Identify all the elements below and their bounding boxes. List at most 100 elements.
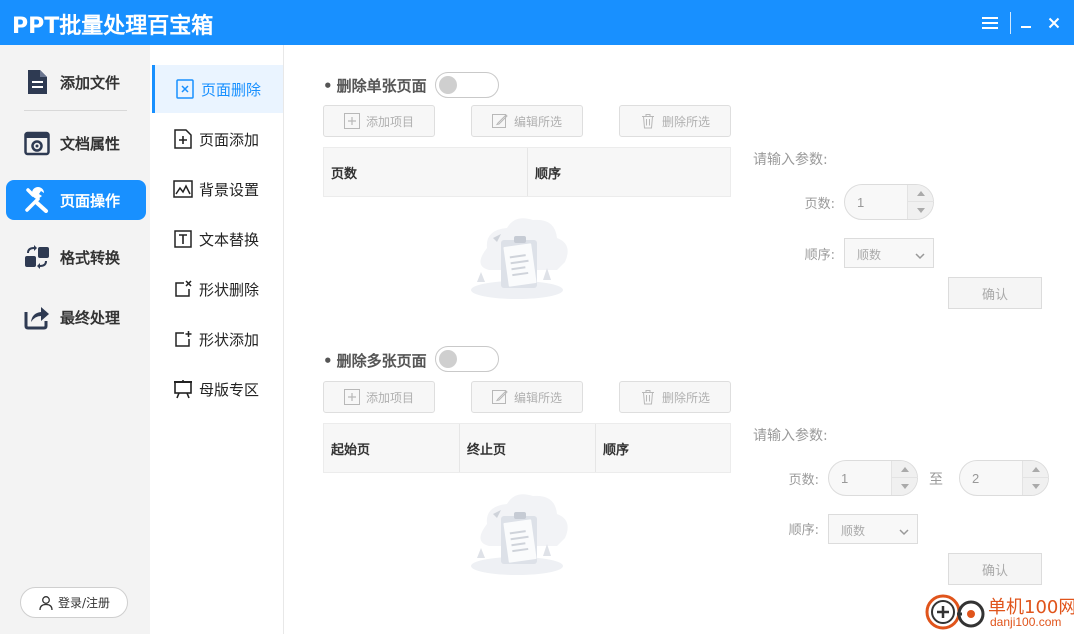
single-order-select[interactable]: 顺数 (844, 238, 934, 268)
properties-icon (20, 126, 54, 160)
column-header[interactable]: 顺序 (596, 424, 730, 472)
text-icon (172, 228, 194, 250)
chevron-down-icon (915, 248, 925, 266)
menu-icon[interactable] (977, 10, 1003, 36)
chevron-down-icon (899, 524, 909, 542)
single-confirm-button[interactable]: 确认 (948, 277, 1042, 309)
sub-navigation: 页面删除 页面添加 背景设置 文本替换 形状删除 形状添加 母版专区 (150, 45, 284, 634)
document-icon (20, 65, 54, 99)
sidebar-item-final-process[interactable]: 最终处理 (6, 297, 146, 337)
single-delete-selected-button[interactable]: 删除所选 (619, 105, 731, 137)
stepper-up-icon[interactable] (908, 185, 934, 202)
multi-order-value: 顺数 (841, 524, 866, 538)
titlebar-divider (1010, 12, 1011, 34)
main-content: • 删除单张页面 添加项目 编辑所选 删除所选 页数 顺序 请输入参数: 页数:… (285, 45, 1074, 634)
page-add-icon (172, 128, 194, 150)
close-icon[interactable] (1041, 10, 1067, 36)
subnav-item-label: 形状添加 (199, 330, 260, 349)
stepper-up-icon[interactable] (1023, 461, 1049, 478)
single-pages-value: 1 (857, 195, 865, 210)
minimize-icon[interactable] (1013, 10, 1039, 36)
multi-order-select[interactable]: 顺数 (828, 514, 918, 544)
range-to-label: 至 (929, 472, 943, 488)
multi-table-header: 起始页 终止页 顺序 (323, 423, 731, 473)
multi-confirm-button[interactable]: 确认 (948, 553, 1042, 585)
subnav-item-label: 形状删除 (199, 280, 260, 299)
bullet-icon: • (323, 351, 333, 370)
single-add-item-button[interactable]: 添加项目 (323, 105, 435, 137)
single-delete-toggle[interactable] (435, 72, 499, 98)
delete-selected-label: 删除所选 (661, 114, 710, 129)
toggle-knob (439, 76, 457, 94)
watermark: 单机100网 danji100.com (924, 590, 1074, 634)
title-bar: PPT批量处理百宝箱 (0, 0, 1074, 45)
column-header[interactable]: 终止页 (460, 424, 596, 472)
section-title-multi-label: 删除多张页面 (336, 352, 427, 370)
section-title-single: • 删除单张页面 (323, 75, 427, 96)
background-icon (172, 178, 194, 200)
sidebar-item-label: 添加文件 (60, 73, 121, 92)
subnav-item-label: 母版专区 (199, 380, 260, 399)
add-item-label: 添加项目 (365, 114, 414, 129)
stepper-up-icon[interactable] (892, 461, 918, 478)
sidebar-item-label: 文档属性 (60, 134, 121, 153)
section-title-multi: • 删除多张页面 (323, 350, 427, 371)
delete-selected-label: 删除所选 (661, 390, 710, 405)
subnav-item-label: 文本替换 (199, 230, 260, 249)
single-edit-selected-button[interactable]: 编辑所选 (471, 105, 583, 137)
sidebar-item-format-convert[interactable]: 格式转换 (6, 237, 146, 277)
subnav-item-label: 页面删除 (201, 80, 262, 99)
stepper-arrows (1022, 461, 1049, 495)
subnav-item-page-add[interactable]: 页面添加 (150, 115, 284, 163)
sidebar-item-label: 格式转换 (60, 248, 121, 267)
stepper-down-icon[interactable] (908, 202, 934, 219)
multi-delete-selected-button[interactable]: 删除所选 (619, 381, 731, 413)
sidebar-item-label: 最终处理 (60, 308, 121, 327)
trash-icon (640, 389, 656, 405)
convert-icon (20, 240, 54, 274)
subnav-item-shape-delete[interactable]: 形状删除 (150, 265, 284, 313)
page-delete-icon (174, 78, 196, 100)
multi-delete-toggle[interactable] (435, 346, 499, 372)
single-table-header: 页数 顺序 (323, 147, 731, 197)
multi-from-value: 1 (841, 471, 849, 486)
add-item-label: 添加项目 (365, 390, 414, 405)
subnav-item-text-replace[interactable]: 文本替换 (150, 215, 284, 263)
multi-to-value: 2 (972, 471, 980, 486)
column-header[interactable]: 起始页 (324, 424, 460, 472)
sidebar-divider (24, 110, 127, 111)
subnav-item-shape-add[interactable]: 形状添加 (150, 315, 284, 363)
single-pages-label: 页数: (804, 197, 835, 212)
watermark-url: danji100.com (990, 615, 1062, 629)
add-box-icon (343, 113, 360, 129)
login-register-button[interactable]: 登录/注册 (20, 587, 128, 618)
column-header[interactable]: 页数 (324, 148, 528, 196)
edit-selected-label: 编辑所选 (513, 390, 562, 405)
edit-icon (491, 113, 508, 129)
multi-from-page-stepper[interactable]: 1 (828, 460, 918, 496)
multi-edit-selected-button[interactable]: 编辑所选 (471, 381, 583, 413)
subnav-item-page-delete[interactable]: 页面删除 (152, 65, 283, 113)
tools-icon (20, 183, 54, 217)
bullet-icon: • (323, 76, 333, 95)
single-order-value: 顺数 (857, 248, 882, 262)
stepper-down-icon[interactable] (892, 478, 918, 495)
toggle-knob (439, 350, 457, 368)
sidebar-item-doc-properties[interactable]: 文档属性 (6, 123, 146, 163)
column-header[interactable]: 顺序 (528, 148, 730, 196)
single-order-label: 顺序: (804, 248, 835, 263)
sidebar: 添加文件 文档属性 页面操作 格式转换 最终处理 (0, 45, 150, 634)
multi-pages-label: 页数: (788, 473, 819, 488)
sidebar-item-page-operations[interactable]: 页面操作 (6, 180, 146, 220)
section-title-single-label: 删除单张页面 (336, 77, 427, 95)
multi-add-item-button[interactable]: 添加项目 (323, 381, 435, 413)
watermark-logo-icon (924, 590, 986, 634)
stepper-down-icon[interactable] (1023, 478, 1049, 495)
subnav-item-background[interactable]: 背景设置 (150, 165, 284, 213)
single-pages-stepper[interactable]: 1 (844, 184, 934, 220)
multi-to-page-stepper[interactable]: 2 (959, 460, 1049, 496)
edit-selected-label: 编辑所选 (513, 114, 562, 129)
subnav-item-label: 页面添加 (199, 130, 260, 149)
sidebar-item-add-file[interactable]: 添加文件 (6, 62, 146, 102)
subnav-item-master[interactable]: 母版专区 (150, 365, 284, 413)
